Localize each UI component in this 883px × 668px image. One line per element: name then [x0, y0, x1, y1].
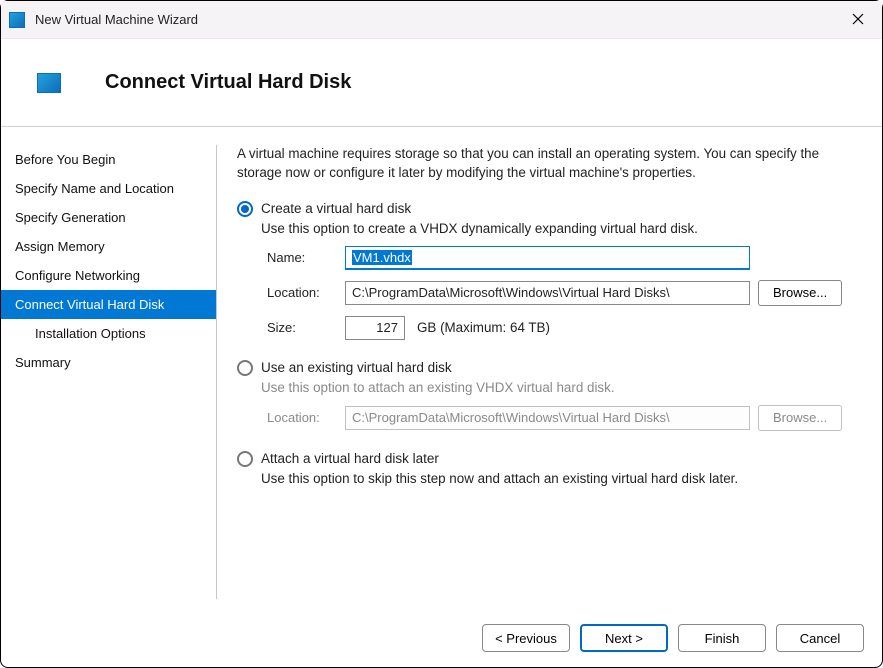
sidebar-step-5[interactable]: Connect Virtual Hard Disk [1, 290, 216, 319]
sidebar-step-3[interactable]: Assign Memory [1, 232, 216, 261]
wizard-sidebar: Before You BeginSpecify Name and Locatio… [1, 127, 216, 609]
intro-text: A virtual machine requires storage so th… [237, 145, 857, 183]
radio-label: Create a virtual hard disk [261, 201, 411, 216]
previous-button[interactable]: < Previous [482, 624, 570, 652]
wizard-header: Connect Virtual Hard Disk [1, 39, 882, 127]
close-button[interactable] [848, 9, 868, 29]
window-title: New Virtual Machine Wizard [35, 12, 198, 27]
option-desc: Use this option to skip this step now an… [261, 471, 862, 486]
radio-create-vhd[interactable]: Create a virtual hard disk [237, 201, 862, 217]
sidebar-step-4[interactable]: Configure Networking [1, 261, 216, 290]
option-create-vhd: Create a virtual hard disk Use this opti… [237, 201, 862, 340]
sidebar-step-6[interactable]: Installation Options [1, 319, 216, 348]
size-suffix: GB (Maximum: 64 TB) [417, 320, 550, 335]
sidebar-step-2[interactable]: Specify Generation [1, 203, 216, 232]
name-label: Name: [267, 250, 337, 265]
radio-icon [237, 201, 253, 217]
browse-button-2: Browse... [758, 405, 842, 431]
option-desc: Use this option to create a VHDX dynamic… [261, 221, 862, 236]
page-title: Connect Virtual Hard Disk [105, 71, 351, 94]
option-desc: Use this option to attach an existing VH… [261, 380, 862, 395]
name-input[interactable]: VM1.vhdx [345, 246, 750, 270]
wizard-body: Before You BeginSpecify Name and Locatio… [1, 127, 882, 609]
location-label-2: Location: [267, 410, 337, 425]
radio-existing-vhd[interactable]: Use an existing virtual hard disk [237, 360, 862, 376]
sidebar-step-1[interactable]: Specify Name and Location [1, 174, 216, 203]
sidebar-step-7[interactable]: Summary [1, 348, 216, 377]
radio-label: Use an existing virtual hard disk [261, 360, 452, 375]
radio-icon [237, 360, 253, 376]
radio-label: Attach a virtual hard disk later [261, 451, 439, 466]
app-icon [9, 12, 25, 28]
radio-icon [237, 451, 253, 467]
titlebar: New Virtual Machine Wizard [1, 1, 882, 39]
browse-button[interactable]: Browse... [758, 280, 842, 306]
wizard-header-icon [37, 73, 61, 93]
radio-attach-later[interactable]: Attach a virtual hard disk later [237, 451, 862, 467]
finish-button[interactable]: Finish [678, 624, 766, 652]
location-input[interactable]: C:\ProgramData\Microsoft\Windows\Virtual… [345, 281, 750, 305]
close-icon [852, 13, 864, 25]
sidebar-step-0[interactable]: Before You Begin [1, 145, 216, 174]
location-label: Location: [267, 285, 337, 300]
wizard-content: A virtual machine requires storage so th… [217, 127, 882, 609]
wizard-footer: < Previous Next > Finish Cancel [1, 609, 882, 667]
size-input[interactable]: 127 [345, 316, 405, 340]
next-button[interactable]: Next > [580, 624, 668, 652]
cancel-button[interactable]: Cancel [776, 624, 864, 652]
location-input-2: C:\ProgramData\Microsoft\Windows\Virtual… [345, 406, 750, 430]
size-label: Size: [267, 320, 337, 335]
option-attach-later: Attach a virtual hard disk later Use thi… [237, 451, 862, 486]
option-existing-vhd: Use an existing virtual hard disk Use th… [237, 360, 862, 431]
